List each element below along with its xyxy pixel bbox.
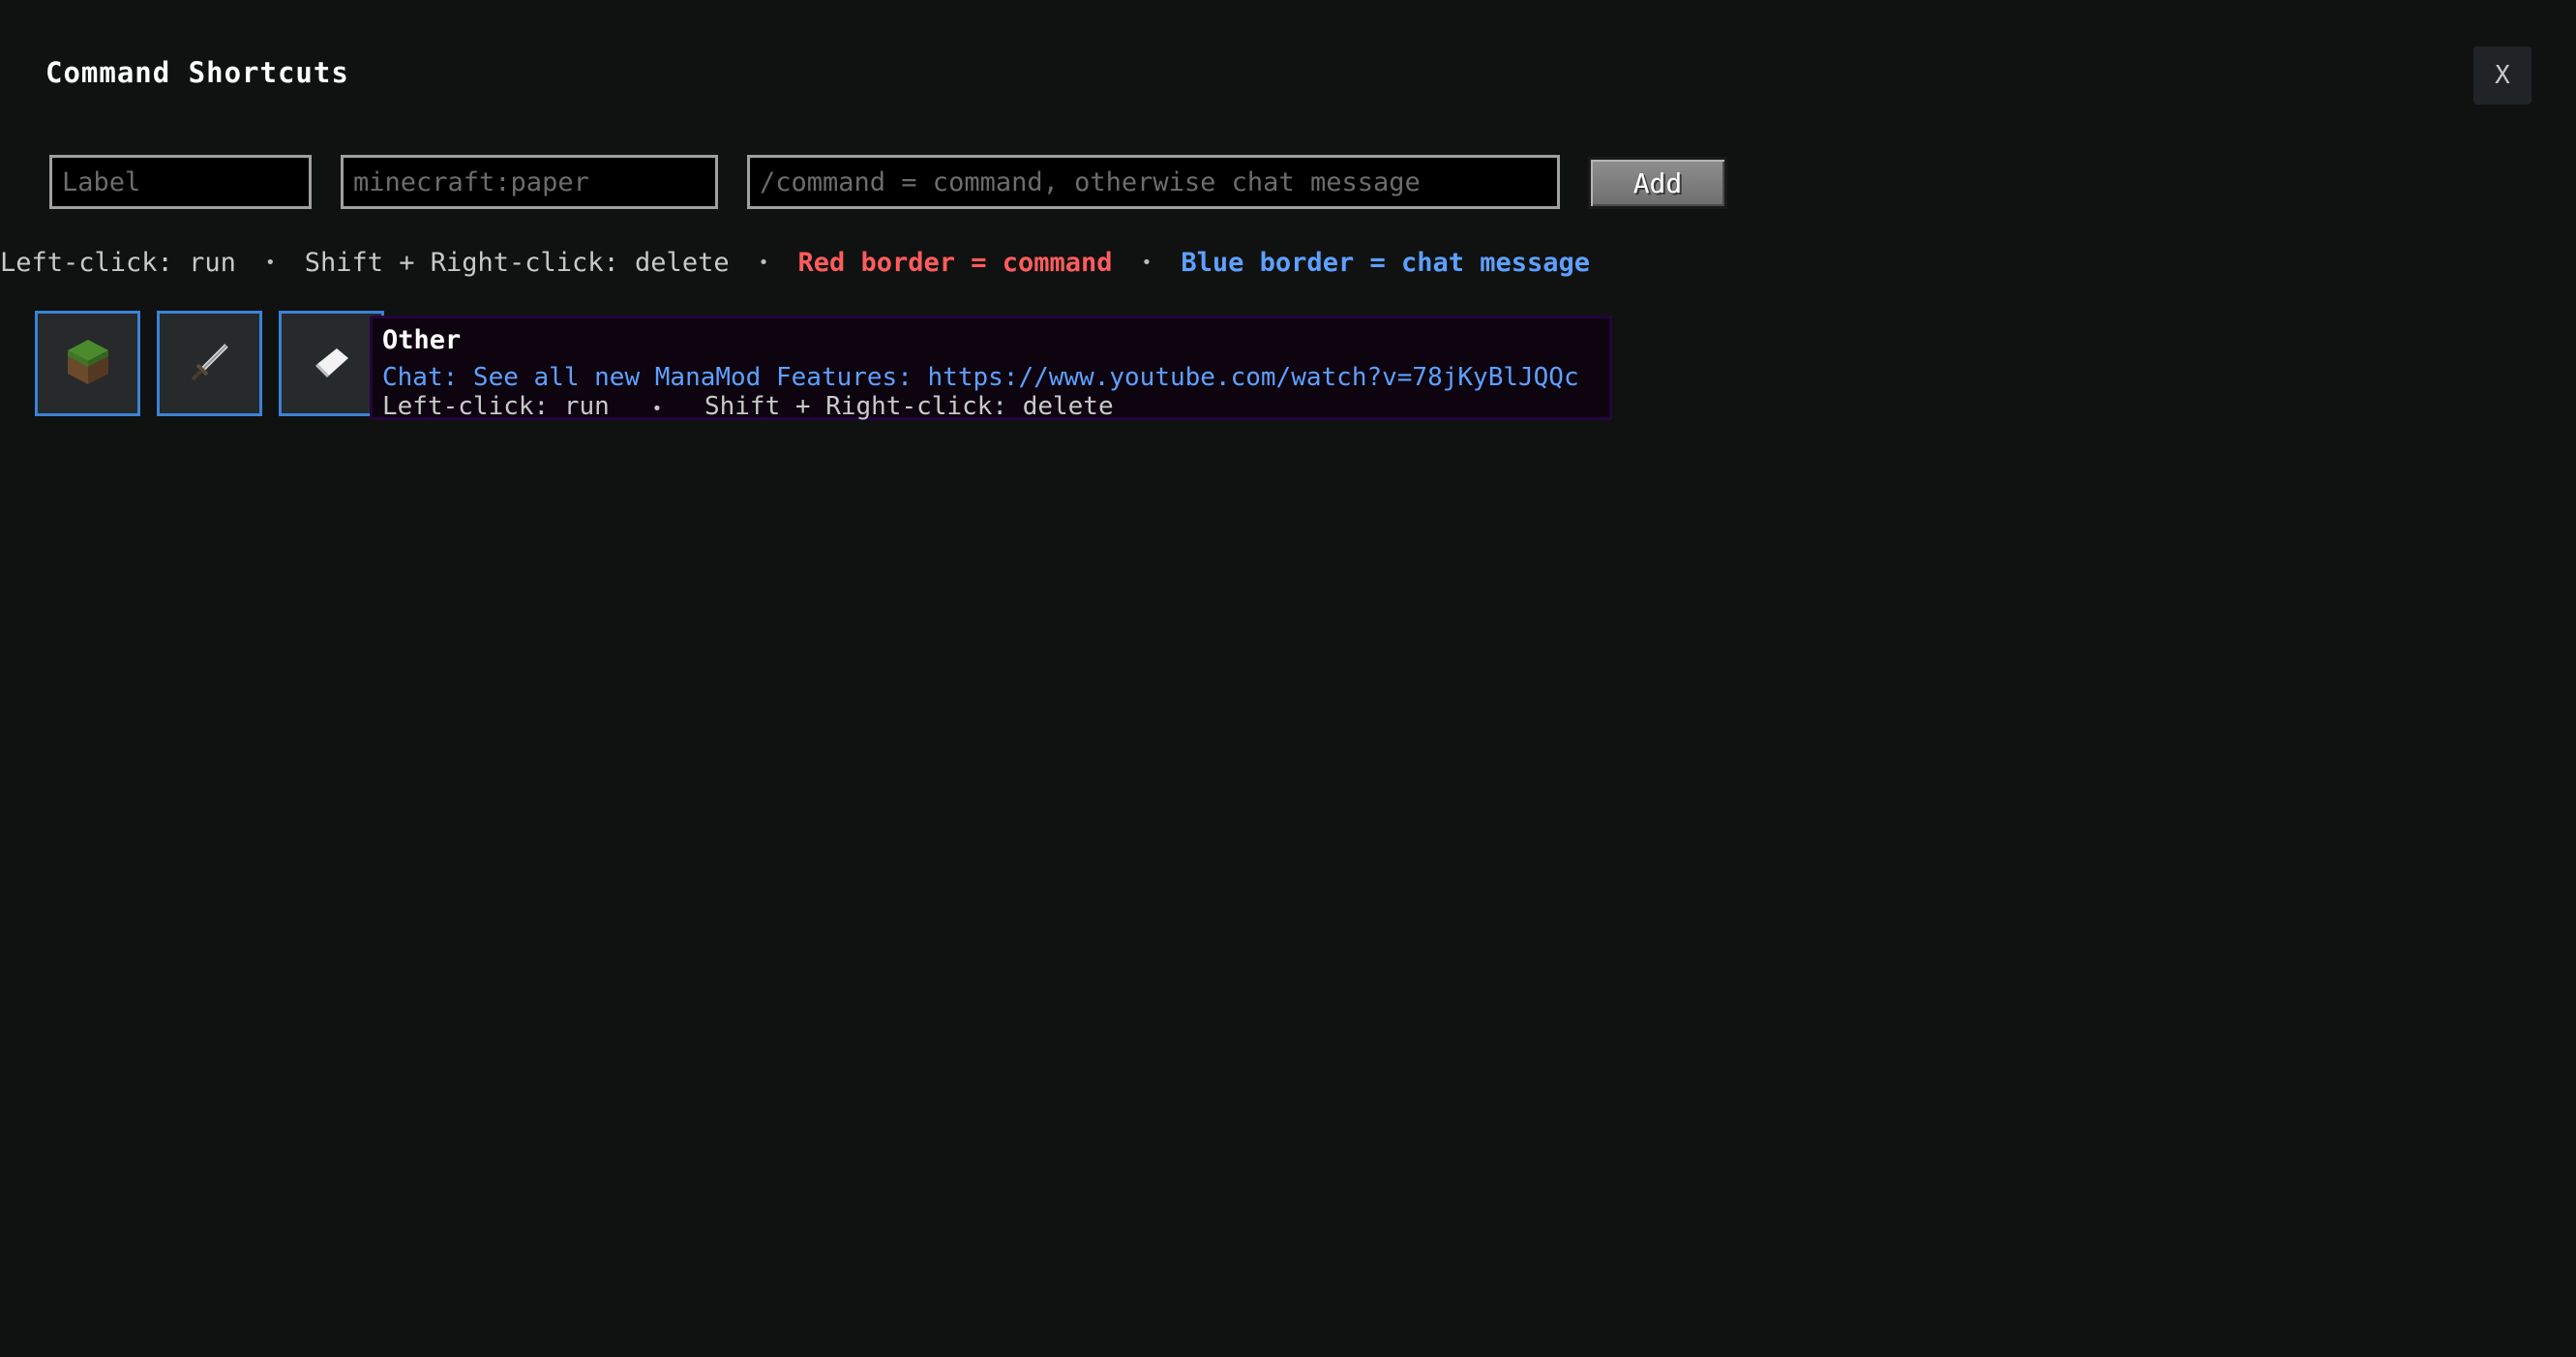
help-bar: Left-click: run • Shift + Right-click: d… xyxy=(0,242,1590,283)
help-separator: • xyxy=(758,252,769,273)
help-blue-border: Blue border = chat message xyxy=(1181,247,1591,278)
window-title: Command Shortcuts xyxy=(45,56,349,89)
tooltip-shift-right-click: Shift + Right-click: delete xyxy=(704,392,1114,421)
help-red-border: Red border = command xyxy=(797,247,1113,278)
tooltip-left-click: Left-click: run xyxy=(382,392,610,421)
shortcut-tooltip: Other Chat: See all new ManaMod Features… xyxy=(370,316,1612,420)
help-left-click: Left-click: run xyxy=(0,247,236,278)
help-separator: • xyxy=(264,252,276,273)
paper-icon xyxy=(310,343,354,385)
shortcut-slot[interactable] xyxy=(35,311,140,416)
close-button[interactable]: X xyxy=(2473,46,2531,105)
label-input[interactable] xyxy=(49,155,312,209)
shortcut-slot[interactable] xyxy=(157,311,262,416)
help-shift-right-click: Shift + Right-click: delete xyxy=(304,247,730,278)
tooltip-separator: • xyxy=(651,399,663,419)
shortcut-slot[interactable] xyxy=(279,311,384,416)
tooltip-help: Left-click: run • Shift + Right-click: d… xyxy=(382,394,1600,422)
item-id-input[interactable] xyxy=(341,155,718,209)
add-button[interactable]: Add xyxy=(1588,157,1727,209)
iron-sword-icon xyxy=(188,340,232,388)
tooltip-title: Other xyxy=(382,325,462,355)
tooltip-chat-message: Chat: See all new ManaMod Features: http… xyxy=(382,363,1579,392)
grass-block-icon xyxy=(66,338,110,390)
help-separator: • xyxy=(1141,252,1153,273)
command-input[interactable] xyxy=(747,155,1560,209)
